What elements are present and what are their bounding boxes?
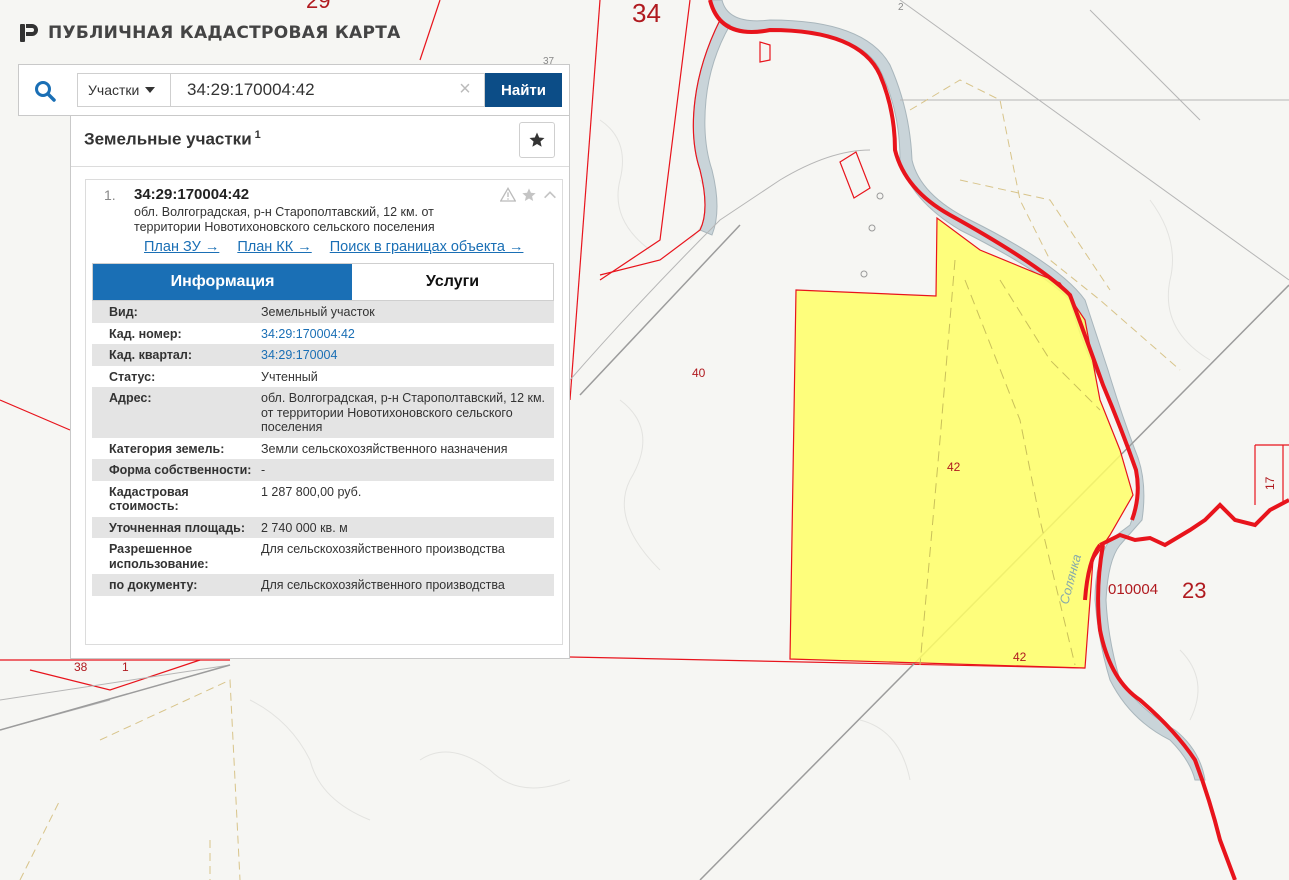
item-index: 1. [104,187,116,203]
object-type-label: Участки [88,82,140,98]
results-title: Земельные участки 1 [84,129,261,150]
row-label: Кад. квартал: [92,344,261,366]
row-label: Адрес: [92,387,261,438]
row-value: обл. Волгоградская, р-н Старополтавский,… [261,387,554,438]
result-card[interactable]: 1. 34:29:170004:42 обл. Волгоградская, р… [85,179,563,645]
find-button[interactable]: Найти [485,73,562,107]
table-row: Кад. квартал: 34:29:170004 [92,344,554,366]
clear-icon[interactable]: × [455,79,475,99]
results-count: 1 [254,129,261,141]
plan-zu-link[interactable]: План ЗУ → [144,239,219,255]
table-row: Адрес: обл. Волгоградская, р-н Старополт… [92,387,554,438]
plan-kk-link[interactable]: План КК → [237,239,311,255]
block-number-23: 23 [1182,578,1206,603]
parcel-number-2: 2 [898,2,904,13]
info-table: Вид: Земельный участок Кад. номер: 34:29… [92,301,554,596]
search-input[interactable] [171,73,485,107]
cadastral-quarter-link[interactable]: 34:29:170004 [261,344,554,366]
parcel-number-40: 40 [692,366,706,380]
table-row: по документу: Для сельскохозяйственного … [92,574,554,596]
results-panel: Земельные участки 1 1. 34:29:170004:42 об… [70,116,570,659]
row-label: Статус: [109,369,156,384]
row-value: 2 740 000 кв. м [261,516,554,538]
table-row: Категория земель: Земли сельскохозяйстве… [92,438,554,460]
block-number-29: 29 [306,0,330,13]
row-label: Кадастровая стоимость: [109,484,189,514]
row-value: Земельный участок [261,301,554,323]
star-icon[interactable] [520,186,538,204]
table-row: Статус: Учтенный [92,366,554,388]
rosreestr-logo-icon [20,24,38,42]
table-row: Вид: Земельный участок [92,301,554,323]
tab-services[interactable]: Услуги [352,264,553,300]
parcel-number-17: 17 [1263,476,1277,490]
row-value: Земли сельскохозяйственного назначения [261,441,508,456]
search-in-bounds-link[interactable]: Поиск в границах объекта → [330,239,524,255]
row-label: Форма собственности: [92,459,261,481]
row-label: Уточненная площадь: [92,516,261,538]
parcel-number-42: 42 [947,460,961,474]
warning-icon[interactable] [499,186,517,204]
object-type-select[interactable]: Участки [77,73,171,107]
item-cadastral-number[interactable]: 34:29:170004:42 [134,186,249,203]
row-value: Учтенный [261,369,318,384]
quarter-code: 010004 [1108,581,1158,598]
row-value: Для сельскохозяйственного производства [261,574,554,596]
chevron-up-icon[interactable] [541,186,559,204]
parcel-number-38: 38 [74,660,88,674]
row-label: по документу: [92,574,261,596]
results-header: Земельные участки 1 [71,116,569,167]
cadastral-number-link[interactable]: 34:29:170004:42 [261,323,554,345]
row-label: Категория земель: [109,441,225,456]
block-number-34: 34 [632,0,661,28]
card-tools [499,186,559,204]
app-header: ПУБЛИЧНАЯ КАДАСТРОВАЯ КАРТА [18,22,401,44]
table-row: Кад. номер: 34:29:170004:42 [92,323,554,345]
row-label: Разрешенное использование: [109,542,209,571]
parcel-number-1: 1 [122,660,129,674]
tab-info[interactable]: Информация [93,264,352,300]
app-title: ПУБЛИЧНАЯ КАДАСТРОВАЯ КАРТА [48,23,401,43]
search-icon[interactable] [31,77,59,105]
table-row: Форма собственности: - [92,459,554,481]
row-value: - [261,459,554,481]
chevron-down-icon [145,87,156,93]
favorites-button[interactable] [519,122,555,158]
info-tabs: Информация Услуги [92,263,554,301]
star-icon [529,132,545,147]
row-value: 1 287 800,00 руб. [261,484,362,499]
results-title-text: Земельные участки [84,129,252,149]
parcel-number-42-south: 42 [1013,650,1027,664]
table-row: Уточненная площадь: 2 740 000 кв. м [92,516,554,538]
search-panel: Участки × Найти [18,64,570,116]
table-row: Разрешенное использование: Для сельскохо… [92,538,554,574]
row-label: Вид: [92,301,261,323]
table-row: Кадастровая стоимость: 1 287 800,00 руб. [92,481,554,517]
object-links: План ЗУ → План КК → Поиск в границах объ… [144,239,523,255]
item-address: обл. Волгоградская, р-н Старополтавский,… [134,205,435,234]
row-label: Кад. номер: [109,326,182,341]
row-value: Для сельскохозяйственного производства [261,542,505,556]
